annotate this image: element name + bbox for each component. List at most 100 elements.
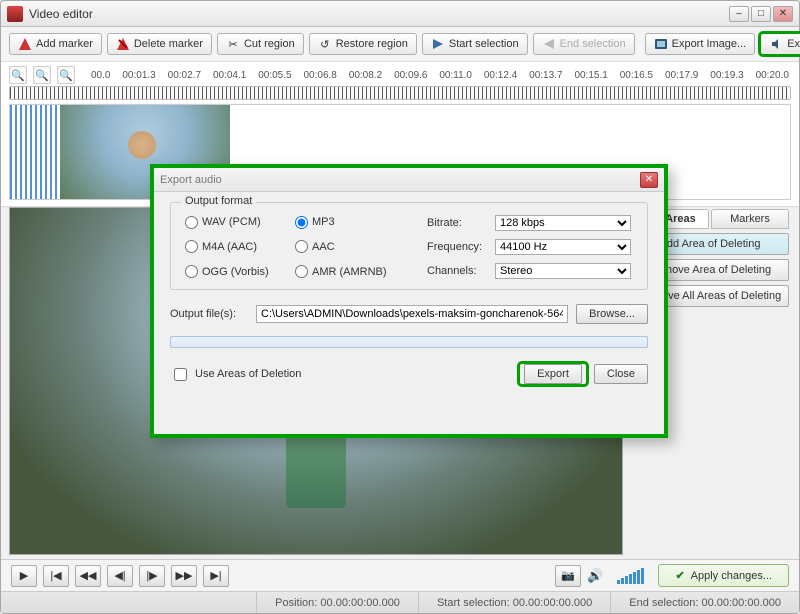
encoding-settings: Bitrate: 128 kbps Frequency: 44100 Hz Ch… [427, 215, 631, 279]
output-files-label: Output file(s): [170, 308, 248, 320]
zoom-out-button[interactable]: 🔍 [33, 66, 51, 84]
timeline-tick-labels: 00.000:01.300:02.700:04.100:05.500:06.80… [89, 70, 791, 81]
frequency-select[interactable]: 44100 Hz [495, 239, 631, 255]
status-start-selection: Start selection: 00.00:00:00.000 [418, 592, 610, 613]
export-image-button[interactable]: Export Image... [645, 33, 756, 55]
dialog-body: Output format WAV (PCM) MP3 M4A (AAC) AA… [154, 192, 664, 394]
zoom-controls: 🔍 🔍 🔍 [9, 66, 75, 84]
tab-markers[interactable]: Markers [711, 209, 789, 229]
frame-back-button[interactable]: ◀| [107, 565, 133, 587]
status-empty [1, 592, 256, 613]
delete-marker-button[interactable]: Delete marker [107, 33, 212, 55]
end-selection-button: End selection [533, 33, 635, 55]
format-m4a[interactable]: M4A (AAC) [185, 240, 293, 255]
status-position: Position: 00.00:00:00.000 [256, 592, 418, 613]
restore-icon: ↺ [318, 37, 332, 51]
browse-button[interactable]: Browse... [576, 304, 648, 324]
output-files-input[interactable] [256, 305, 568, 323]
timeline-tick: 00:02.7 [168, 70, 201, 81]
timeline-tick: 00:20.0 [756, 70, 789, 81]
format-wav[interactable]: WAV (PCM) [185, 215, 293, 230]
export-button-highlight: Export [520, 364, 586, 384]
use-areas-checkbox[interactable]: Use Areas of Deletion [170, 365, 301, 384]
frame-forward-button[interactable]: |▶ [139, 565, 165, 587]
export-audio-dialog: Export audio ✕ Output format WAV (PCM) M… [150, 164, 668, 438]
channels-label: Channels: [427, 265, 489, 277]
timeline-tick: 00:11.0 [439, 70, 472, 81]
cut-region-button[interactable]: ✂ Cut region [217, 33, 304, 55]
snapshot-button[interactable]: 📷 [555, 565, 581, 587]
timeline-tick: 00:19.3 [710, 70, 743, 81]
volume-icon[interactable]: 🔊 [587, 568, 603, 584]
output-file-row: Output file(s): Browse... [170, 304, 648, 324]
export-button[interactable]: Export [524, 364, 582, 384]
timeline-tick: 00:04.1 [213, 70, 246, 81]
dialog-close-button[interactable]: ✕ [640, 172, 658, 188]
timeline-tick: 00:08.2 [349, 70, 382, 81]
minimize-button[interactable]: ‒ [729, 6, 749, 22]
format-ogg[interactable]: OGG (Vorbis) [185, 264, 293, 279]
zoom-in-button[interactable]: 🔍 [9, 66, 27, 84]
end-selection-icon [542, 37, 556, 51]
scissors-icon: ✂ [226, 37, 240, 51]
timeline-tick: 00:12.4 [484, 70, 517, 81]
step-forward-button[interactable]: ▶▶ [171, 565, 197, 587]
go-start-button[interactable]: |◀ [43, 565, 69, 587]
apply-changes-label: Apply changes... [691, 570, 772, 582]
check-icon: ✔ [675, 569, 684, 582]
start-selection-icon [431, 37, 445, 51]
close-window-button[interactable]: ✕ [773, 6, 793, 22]
timeline-tick: 00.0 [91, 70, 110, 81]
add-marker-button[interactable]: Add marker [9, 33, 102, 55]
timeline-tick: 00:06.8 [304, 70, 337, 81]
timeline-tick: 00:09.6 [394, 70, 427, 81]
timeline-ruler[interactable] [9, 86, 791, 100]
export-audio-button[interactable]: Export Audio... [760, 33, 800, 55]
format-aac[interactable]: AAC [295, 240, 403, 255]
format-mp3[interactable]: MP3 [295, 215, 403, 230]
output-format-fieldset: Output format WAV (PCM) MP3 M4A (AAC) AA… [170, 202, 648, 290]
channels-select[interactable]: Stereo [495, 263, 631, 279]
window-title: Video editor [29, 7, 729, 21]
maximize-button[interactable]: □ [751, 6, 771, 22]
volume-slider[interactable] [617, 568, 644, 584]
play-button[interactable]: ▶ [11, 565, 37, 587]
format-radio-group: WAV (PCM) MP3 M4A (AAC) AAC OGG (Vorbis)… [185, 215, 403, 279]
close-button[interactable]: Close [594, 364, 648, 384]
frequency-label: Frequency: [427, 241, 489, 253]
export-image-icon [654, 37, 668, 51]
apply-changes-button[interactable]: ✔ Apply changes... [658, 564, 789, 587]
zoom-fit-button[interactable]: 🔍 [57, 66, 75, 84]
timeline-cursor [10, 105, 60, 199]
statusbar: Position: 00.00:00:00.000 Start selectio… [1, 591, 799, 613]
window-controls: ‒ □ ✕ [729, 6, 793, 22]
restore-region-label: Restore region [336, 38, 408, 50]
start-selection-label: Start selection [449, 38, 519, 50]
delete-marker-label: Delete marker [134, 38, 203, 50]
cut-region-label: Cut region [244, 38, 295, 50]
timeline-tick: 00:01.3 [122, 70, 155, 81]
export-image-label: Export Image... [672, 38, 747, 50]
export-audio-label: Export Audio... [787, 38, 800, 50]
format-amr[interactable]: AMR (AMRNB) [295, 264, 403, 279]
dialog-titlebar: Export audio ✕ [154, 168, 664, 192]
dialog-title: Export audio [160, 174, 222, 186]
output-format-legend: Output format [181, 195, 256, 207]
start-selection-button[interactable]: Start selection [422, 33, 528, 55]
step-back-button[interactable]: ◀◀ [75, 565, 101, 587]
app-icon [7, 6, 23, 22]
export-audio-icon [769, 37, 783, 51]
end-selection-label: End selection [560, 38, 626, 50]
add-marker-label: Add marker [36, 38, 93, 50]
progress-bar [170, 336, 648, 348]
bitrate-label: Bitrate: [427, 217, 489, 229]
transport-bar: ▶ |◀ ◀◀ ◀| |▶ ▶▶ ▶| 📷 🔊 ✔ Apply changes.… [1, 559, 799, 591]
main-toolbar: Add marker Delete marker ✂ Cut region ↺ … [1, 27, 799, 62]
go-end-button[interactable]: ▶| [203, 565, 229, 587]
dialog-footer: Use Areas of Deletion Export Close [170, 364, 648, 384]
status-end-selection: End selection: 00.00:00:00.000 [610, 592, 799, 613]
timeline-tick: 00:15.1 [574, 70, 607, 81]
bitrate-select[interactable]: 128 kbps [495, 215, 631, 231]
timeline-tick: 00:13.7 [529, 70, 562, 81]
restore-region-button[interactable]: ↺ Restore region [309, 33, 417, 55]
